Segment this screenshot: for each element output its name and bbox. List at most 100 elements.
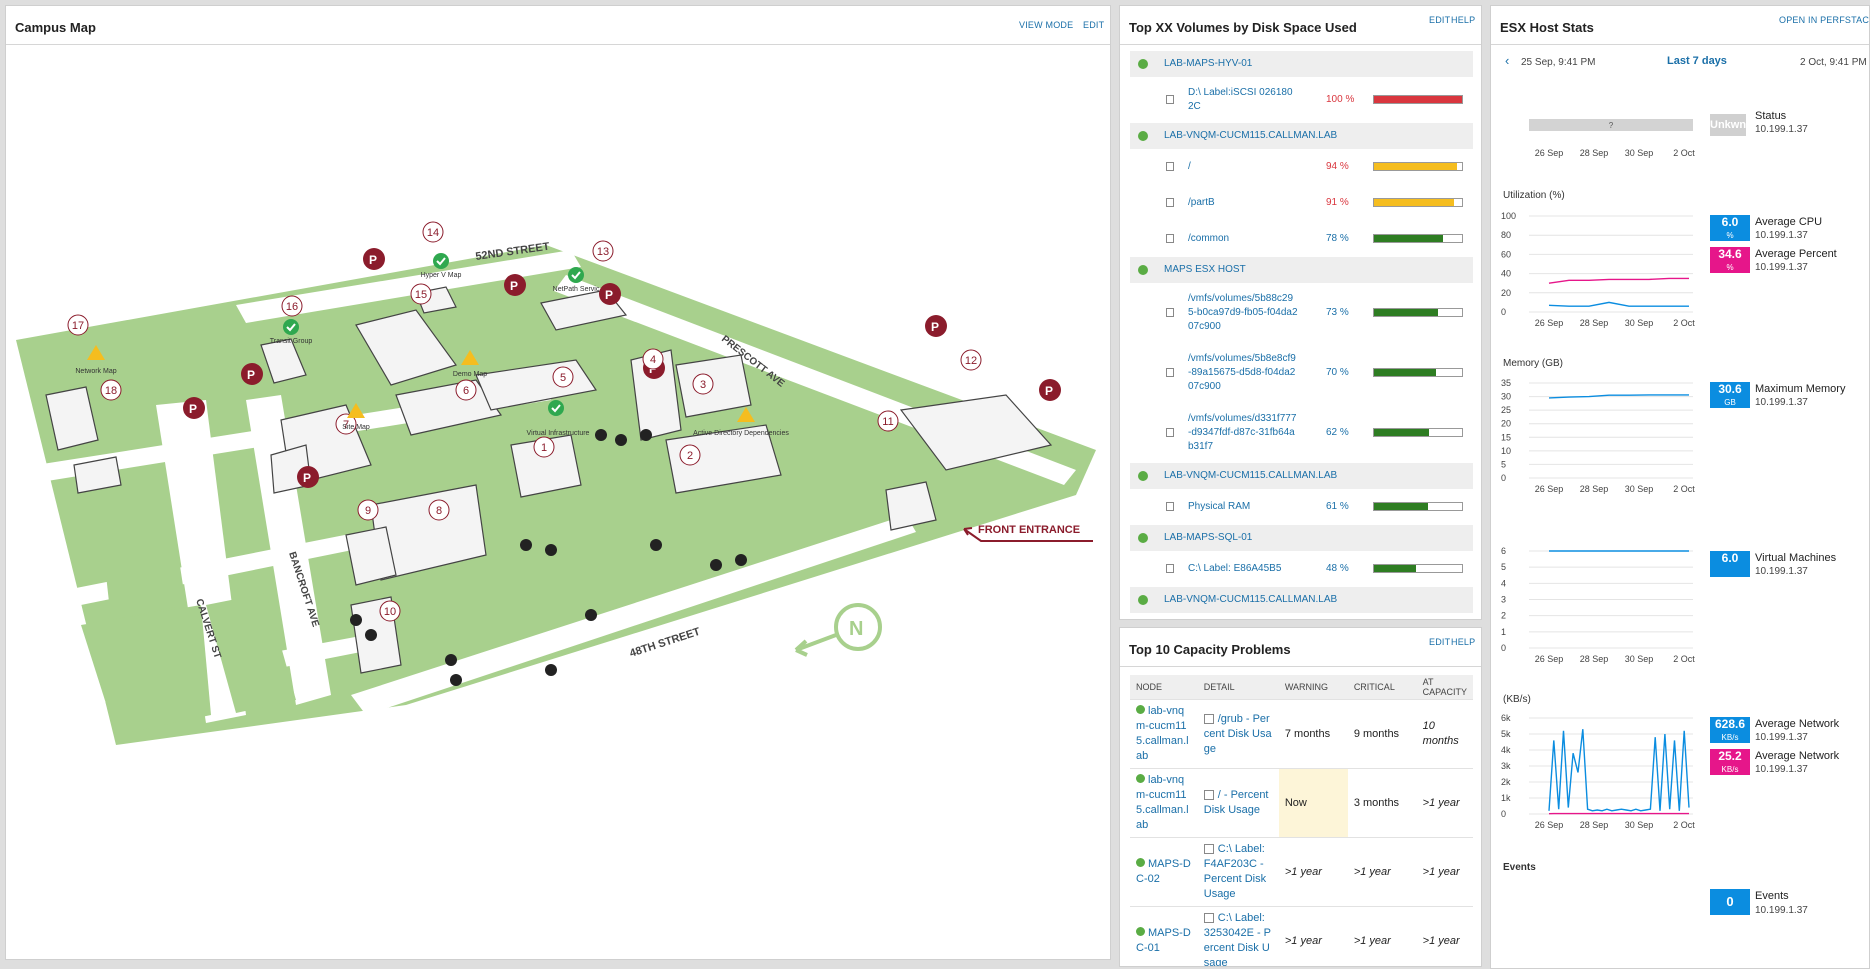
map-marker-18[interactable]: 18: [100, 379, 122, 401]
metric-label: Average Network: [1755, 750, 1840, 762]
svg-text:P: P: [189, 402, 197, 416]
node-name[interactable]: LAB-VNQM-CUCM115.CALLMAN.LAB: [1164, 593, 1337, 607]
map-marker-11[interactable]: 11: [877, 410, 899, 432]
map-marker-8[interactable]: 8: [428, 499, 450, 521]
cell-node[interactable]: lab-vnqm-cucm115.callman.lab: [1130, 699, 1198, 769]
node-link[interactable]: lab-vnqm-cucm115.callman.lab: [1136, 774, 1189, 831]
map-marker-12[interactable]: 12: [960, 349, 982, 371]
cell-node[interactable]: MAPS-DC-01: [1130, 906, 1198, 966]
volume-row[interactable]: / 94 %: [1130, 149, 1473, 185]
cell-critical: 3 months: [1347, 768, 1417, 838]
usage-bar: [1373, 198, 1463, 207]
x-tick-label: 26 Sep: [1535, 318, 1564, 328]
help-button[interactable]: HELP: [1451, 637, 1475, 647]
map-marker-5[interactable]: 5: [552, 366, 574, 388]
node-name[interactable]: LAB-VNQM-CUCM115.CALLMAN.LAB: [1164, 469, 1337, 483]
cell-node[interactable]: lab-vnqm-cucm115.callman.lab: [1130, 768, 1198, 838]
volume-name[interactable]: Physical RAM: [1188, 500, 1298, 514]
metric-unit: GB: [1724, 398, 1736, 407]
status-up-icon: [1136, 858, 1145, 867]
cell-node[interactable]: MAPS-DC-02: [1130, 837, 1198, 907]
map-marker-1[interactable]: 1: [533, 436, 555, 458]
detail-link[interactable]: /grub - Percent Disk Usage: [1204, 713, 1272, 755]
volume-name[interactable]: /: [1188, 160, 1298, 174]
metric-label: Average Percent: [1755, 248, 1837, 260]
volume-name[interactable]: /common: [1188, 232, 1298, 246]
x-tick-label: 28 Sep: [1580, 820, 1609, 830]
events-ip: 10.199.1.37: [1755, 905, 1808, 916]
detail-link[interactable]: C:\ Label: 3253042E - Percent Disk Usage: [1204, 912, 1271, 966]
map-marker-2[interactable]: 2: [679, 444, 701, 466]
cell-warning: 7 months: [1278, 699, 1348, 769]
edit-button[interactable]: EDIT: [1429, 15, 1450, 25]
node-name[interactable]: LAB-MAPS-SQL-01: [1164, 531, 1252, 545]
cell-detail[interactable]: C:\ Label: 3253042E - Percent Disk Usage: [1197, 906, 1279, 966]
parking-icon: P: [297, 466, 319, 488]
table-row[interactable]: lab-vnqm-cucm115.callman.lab / - Percent …: [1130, 768, 1473, 838]
map-marker-17[interactable]: 17: [67, 314, 89, 336]
table-row[interactable]: lab-vnqm-cucm115.callman.lab/grub - Perc…: [1130, 699, 1473, 769]
map-marker-3[interactable]: 3: [692, 373, 714, 395]
volume-name[interactable]: D:\ Label:iSCSI 0261802C: [1188, 86, 1298, 114]
node-row[interactable]: MAPS ESX HOST: [1130, 257, 1473, 283]
parking-icon: P: [1039, 379, 1061, 401]
volume-row[interactable]: /partB 91 %: [1130, 185, 1473, 221]
svg-text:P: P: [931, 320, 939, 334]
volume-name[interactable]: /vmfs/volumes/5b88c295-b0ca97d9-fb05-f04…: [1188, 292, 1298, 334]
volume-percent: 91 %: [1326, 197, 1349, 208]
volume-name[interactable]: C:\ Label: E86A45B5: [1188, 562, 1298, 576]
node-row[interactable]: LAB-VNQM-CUCM115.CALLMAN.LAB: [1130, 463, 1473, 489]
node-row[interactable]: LAB-MAPS-HYV-01: [1130, 51, 1473, 77]
edit-button[interactable]: EDIT: [1429, 637, 1450, 647]
map-marker-4[interactable]: 4: [642, 348, 664, 370]
volume-row[interactable]: /grub43 %: [1130, 613, 1473, 619]
node-name[interactable]: LAB-VNQM-CUCM115.CALLMAN.LAB: [1164, 129, 1337, 143]
campus-map[interactable]: 52ND STREET 48TH STREET PRESCOTT AVE CAL…: [6, 45, 1110, 959]
x-tick-label: 30 Sep: [1625, 654, 1654, 664]
volume-row[interactable]: /vmfs/volumes/d331f777-d9347fdf-d87c-31f…: [1130, 403, 1473, 463]
node-row[interactable]: LAB-MAPS-SQL-01: [1130, 525, 1473, 551]
x-tick-label: 2 Oct: [1673, 318, 1695, 328]
volume-row[interactable]: C:\ Label: E86A45B5 48 %: [1130, 551, 1473, 587]
node-row[interactable]: LAB-VNQM-CUCM115.CALLMAN.LAB: [1130, 123, 1473, 149]
edit-button[interactable]: EDIT: [1083, 20, 1104, 30]
volume-row[interactable]: /vmfs/volumes/5b8e8cf9-89a15675-d5d8-f04…: [1130, 343, 1473, 403]
volume-row[interactable]: /vmfs/volumes/5b88c295-b0ca97d9-fb05-f04…: [1130, 283, 1473, 343]
volume-name[interactable]: /vmfs/volumes/5b8e8cf9-89a15675-d5d8-f04…: [1188, 352, 1298, 394]
volume-row[interactable]: /common 78 %: [1130, 221, 1473, 257]
table-row[interactable]: MAPS-DC-01 C:\ Label: 3253042E - Percent …: [1130, 906, 1473, 966]
node-name[interactable]: LAB-MAPS-HYV-01: [1164, 57, 1252, 71]
map-marker-13[interactable]: 13: [592, 240, 614, 262]
cell-detail[interactable]: /grub - Percent Disk Usage: [1197, 699, 1279, 769]
map-marker-15[interactable]: 15: [410, 283, 432, 305]
x-tick-label: 2 Oct: [1673, 148, 1695, 158]
table-row[interactable]: MAPS-DC-02 C:\ Label: F4AF203C - Percent …: [1130, 837, 1473, 907]
cell-warning: >1 year: [1278, 837, 1348, 907]
volume-name[interactable]: /vmfs/volumes/d331f777-d9347fdf-d87c-31f…: [1188, 412, 1298, 454]
y-tick-label: 30: [1501, 392, 1511, 402]
view-mode-button[interactable]: VIEW MODE: [1019, 20, 1073, 30]
map-marker-9[interactable]: 9: [357, 499, 379, 521]
cell-detail[interactable]: / - Percent Disk Usage: [1197, 768, 1279, 838]
map-marker-10[interactable]: 10: [379, 600, 401, 622]
volume-row[interactable]: D:\ Label:iSCSI 0261802C 100 %: [1130, 77, 1473, 123]
front-entrance-label: FRONT ENTRANCE: [978, 524, 1080, 536]
svg-text:Hyper V Map: Hyper V Map: [421, 272, 462, 279]
node-name[interactable]: MAPS ESX HOST: [1164, 263, 1246, 277]
map-marker-6[interactable]: 6: [455, 379, 477, 401]
metric-ip: 10.199.1.37: [1755, 230, 1808, 241]
disk-icon: [1166, 234, 1174, 243]
map-marker-16[interactable]: 16: [281, 295, 303, 317]
map-marker-14[interactable]: 14: [422, 221, 444, 243]
disk-icon: [1166, 502, 1174, 511]
help-button[interactable]: HELP: [1451, 15, 1475, 25]
status-ip: 10.199.1.37: [1755, 124, 1808, 135]
volume-percent: 62 %: [1326, 427, 1349, 438]
volume-percent: 78 %: [1326, 233, 1349, 244]
node-link[interactable]: lab-vnqm-cucm115.callman.lab: [1136, 705, 1189, 762]
node-row[interactable]: LAB-VNQM-CUCM115.CALLMAN.LAB: [1130, 587, 1473, 613]
cell-detail[interactable]: C:\ Label: F4AF203C - Percent Disk Usage: [1197, 837, 1279, 907]
volume-name[interactable]: /partB: [1188, 196, 1298, 210]
y-tick-label: 10: [1501, 446, 1511, 456]
volume-row[interactable]: Physical RAM 61 %: [1130, 489, 1473, 525]
